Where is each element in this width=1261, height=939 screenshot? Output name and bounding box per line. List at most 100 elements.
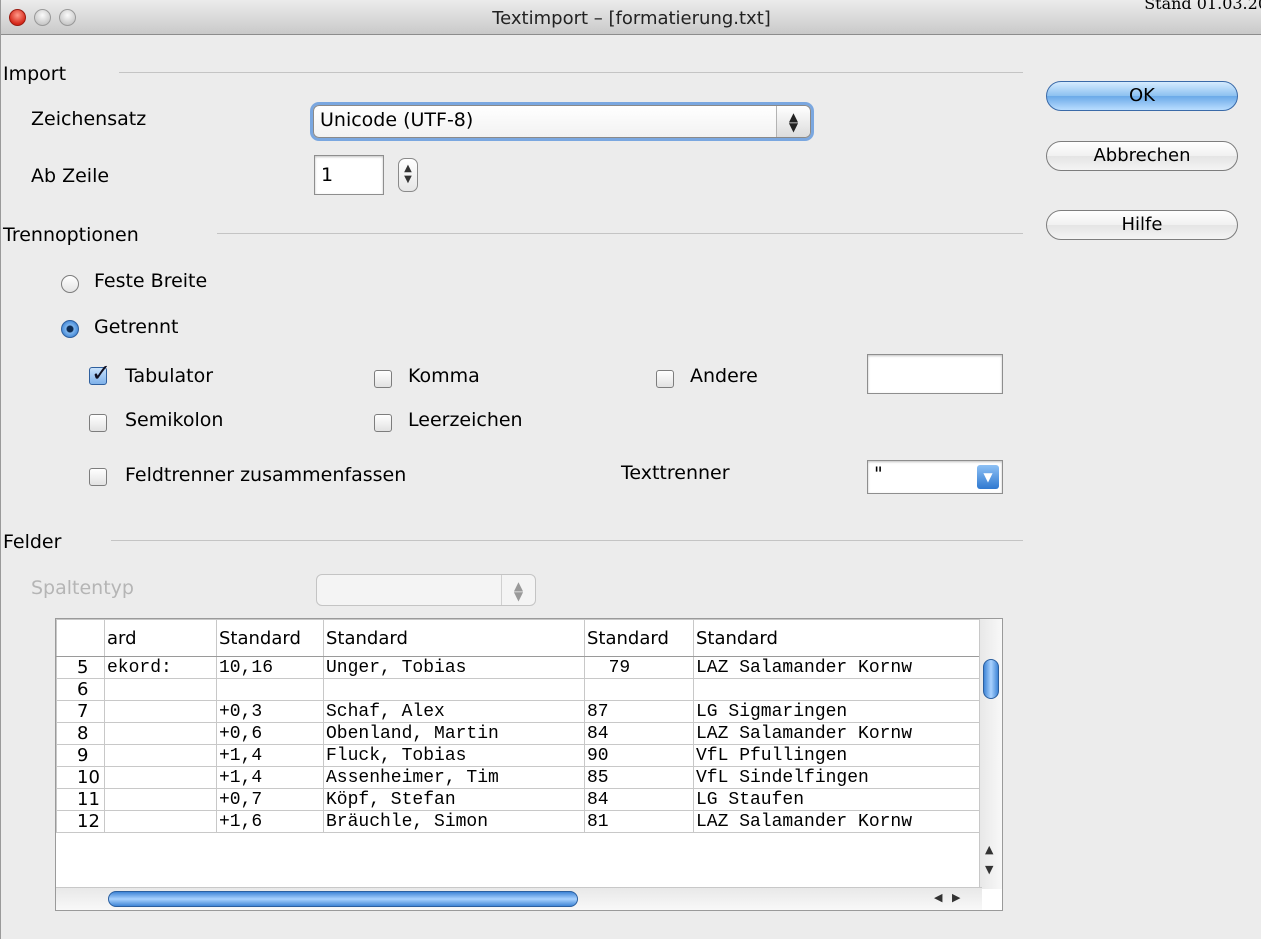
vertical-scroll-thumb[interactable]	[983, 659, 999, 699]
row-number: 12	[56, 810, 105, 833]
table-row: 9 +1,4 Fluck, Tobias 90 VfL Pfullingen	[56, 744, 984, 767]
table-cell: LG Sigmaringen	[693, 700, 984, 723]
table-cell	[104, 744, 217, 767]
table-row: 5 ekord: 10,16 Unger, Tobias 79 LAZ Sala…	[56, 656, 984, 679]
semicolon-checkbox[interactable]	[89, 414, 107, 432]
merge-delimiters-checkbox[interactable]	[89, 468, 107, 486]
section-fields-divider	[111, 540, 1023, 541]
table-cell: 87	[584, 700, 694, 723]
column-header[interactable]: Standard	[693, 619, 984, 657]
fixed-width-radio[interactable]	[61, 275, 79, 293]
table-cell: 84	[584, 788, 694, 811]
scroll-right-icon[interactable]: ▶	[952, 891, 960, 904]
table-cell: LAZ Salamander Kornw	[693, 656, 984, 679]
from-row-input[interactable]: 1	[314, 155, 384, 195]
text-delimiter-label: Texttrenner	[621, 462, 730, 484]
table-cell: Köpf, Stefan	[323, 788, 585, 811]
ok-button[interactable]: OK	[1046, 81, 1238, 111]
section-import-header: Import	[3, 63, 67, 85]
table-row: 10 +1,4 Assenheimer, Tim 85 VfL Sindelfi…	[56, 766, 984, 789]
tab-checkbox[interactable]: ✓	[89, 359, 111, 387]
section-fields-header: Felder	[3, 531, 62, 553]
table-cell	[104, 678, 217, 701]
row-number: 8	[56, 722, 105, 745]
from-row-stepper[interactable]: ▲ ▼	[398, 158, 418, 192]
horizontal-scroll-thumb[interactable]	[108, 891, 578, 907]
section-separator-header: Trennoptionen	[3, 224, 139, 246]
row-number: 5	[56, 656, 105, 679]
table-cell: LAZ Salamander Kornw	[693, 722, 984, 745]
column-header[interactable]: Standard	[584, 619, 694, 657]
space-checkbox[interactable]	[374, 414, 392, 432]
column-type-select[interactable]: ▲ ▼	[316, 574, 536, 606]
title-bar[interactable]: Textimport – [formatierung.txt] Stand 01…	[1, 0, 1261, 35]
comma-checkbox[interactable]	[374, 370, 392, 388]
row-number: 11	[56, 788, 105, 811]
header-row: ard Standard Standard Standard Standard	[56, 619, 984, 657]
separated-radio[interactable]	[61, 320, 79, 338]
scroll-left-icon[interactable]: ◀	[934, 891, 942, 904]
table-cell: ekord:	[104, 656, 217, 679]
section-separator-divider	[217, 233, 1023, 234]
column-header[interactable]: Standard	[216, 619, 324, 657]
table-cell	[104, 766, 217, 789]
window-title: Textimport – [formatierung.txt]	[492, 8, 771, 29]
table-cell: 10,16	[216, 656, 324, 679]
preview-grid: ard Standard Standard Standard Standard …	[56, 619, 984, 833]
chevron-down-icon: ▼	[977, 465, 999, 489]
table-cell	[693, 678, 984, 701]
horizontal-scrollbar[interactable]: ◀ ▶	[56, 887, 982, 910]
row-number: 6	[56, 678, 105, 701]
table-cell: 84	[584, 722, 694, 745]
table-cell: Assenheimer, Tim	[323, 766, 585, 789]
charset-label: Zeichensatz	[31, 108, 147, 130]
semicolon-label: Semikolon	[125, 409, 224, 431]
table-cell	[216, 678, 324, 701]
help-button[interactable]: Hilfe	[1046, 210, 1238, 240]
table-cell: +1,6	[216, 810, 324, 833]
from-row-label: Ab Zeile	[31, 165, 110, 187]
row-number: 9	[56, 744, 105, 767]
preview-table[interactable]: ard Standard Standard Standard Standard …	[55, 618, 1003, 911]
table-row: 12 +1,6 Bräuchle, Simon 81 LAZ Salamande…	[56, 810, 984, 833]
table-row: 7 +0,3 Schaf, Alex 87 LG Sigmaringen	[56, 700, 984, 723]
vertical-scrollbar[interactable]: ▲ ▼	[979, 619, 1002, 889]
table-cell	[104, 788, 217, 811]
table-cell: VfL Sindelfingen	[693, 766, 984, 789]
separated-label: Getrennt	[94, 316, 179, 338]
cancel-button[interactable]: Abbrechen	[1046, 141, 1238, 171]
other-checkbox[interactable]	[656, 370, 674, 388]
table-cell	[584, 678, 694, 701]
text-delimiter-select[interactable]: " ▼	[867, 460, 1003, 494]
table-cell: Schaf, Alex	[323, 700, 585, 723]
table-cell	[323, 678, 585, 701]
checkmark-icon: ✓	[91, 359, 112, 387]
text-delimiter-value: "	[874, 463, 883, 485]
table-cell	[104, 700, 217, 723]
row-number: 10	[56, 766, 105, 789]
section-import-divider	[119, 72, 1023, 73]
table-cell: +1,4	[216, 766, 324, 789]
up-down-arrows-icon: ▲ ▼	[501, 575, 535, 605]
corner-stamp: Stand 01.03.20	[1144, 0, 1261, 13]
other-label: Andere	[690, 365, 758, 387]
table-cell: Obenland, Martin	[323, 722, 585, 745]
column-header[interactable]: Standard	[323, 619, 585, 657]
table-cell: 85	[584, 766, 694, 789]
table-cell	[104, 810, 217, 833]
table-cell: +0,7	[216, 788, 324, 811]
scroll-up-icon[interactable]: ▲	[985, 843, 993, 856]
charset-select[interactable]: Unicode (UTF-8) ▲ ▼	[313, 105, 811, 138]
table-cell: Fluck, Tobias	[323, 744, 585, 767]
other-separator-input[interactable]	[867, 354, 1003, 394]
column-header[interactable]: ard	[104, 619, 217, 657]
tab-label: Tabulator	[125, 365, 214, 387]
table-cell: 79	[584, 656, 694, 679]
scroll-down-icon[interactable]: ▼	[985, 863, 993, 876]
table-row: 8 +0,6 Obenland, Martin 84 LAZ Salamande…	[56, 722, 984, 745]
dialog-window: Textimport – [formatierung.txt] Stand 01…	[0, 0, 1261, 939]
table-cell: VfL Pfullingen	[693, 744, 984, 767]
table-cell: Bräuchle, Simon	[323, 810, 585, 833]
corner-cell	[56, 619, 105, 657]
table-row: 11 +0,7 Köpf, Stefan 84 LG Staufen	[56, 788, 984, 811]
